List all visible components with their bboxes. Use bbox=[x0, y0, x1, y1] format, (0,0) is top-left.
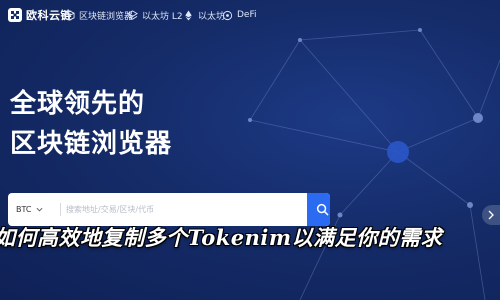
chevron-down-icon bbox=[36, 207, 42, 212]
nav-item-label: DeFi bbox=[237, 10, 257, 20]
nav-item-label: 以太坊 L2 bbox=[142, 11, 183, 22]
logo-icon bbox=[8, 8, 22, 22]
layers-icon bbox=[127, 9, 138, 20]
nav-item-explorer[interactable]: 区块链浏览器 bbox=[64, 8, 133, 22]
nav-item-label: 区块链浏览器 bbox=[79, 11, 134, 22]
defi-icon bbox=[222, 10, 233, 20]
hero-title-line2: 区块链浏览器 bbox=[10, 129, 173, 159]
brand-logo[interactable]: 欧科云链 bbox=[8, 6, 72, 24]
top-nav: 欧科云链 区块链浏览器 以太坊 L2 以太坊 DeFi bbox=[0, 0, 500, 30]
nav-item-eth-l2[interactable]: 以太坊 L2 bbox=[127, 8, 183, 22]
chevron-right-icon bbox=[488, 210, 494, 220]
search-icon bbox=[316, 203, 329, 216]
nav-item-defi[interactable]: DeFi bbox=[222, 8, 257, 22]
hero-title-line1: 全球领先的 bbox=[10, 89, 146, 119]
overlay-headline: 如何高效地复制多个Tokenim以满足你的需求 bbox=[0, 225, 443, 250]
coin-selector-value: BTC bbox=[16, 205, 32, 214]
cube-icon bbox=[64, 9, 75, 21]
nav-item-label: 以太坊 bbox=[198, 11, 226, 22]
ethereum-icon bbox=[185, 9, 192, 21]
nav-item-ethereum[interactable]: 以太坊 bbox=[183, 8, 225, 22]
divider bbox=[60, 203, 61, 216]
